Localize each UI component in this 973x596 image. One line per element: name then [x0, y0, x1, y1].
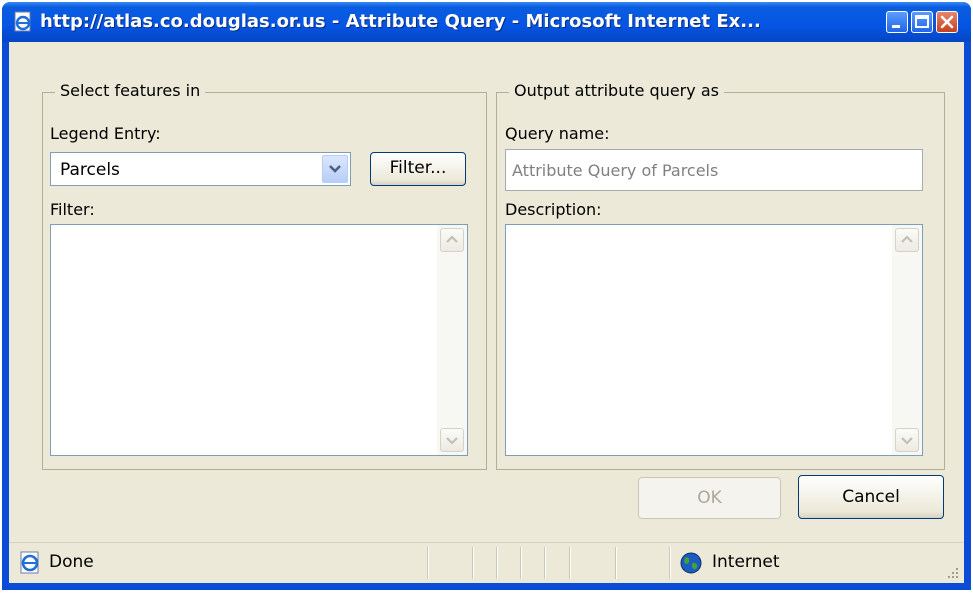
status-divider — [520, 547, 522, 579]
status-text: Done — [49, 552, 94, 572]
minimize-icon — [892, 25, 900, 28]
status-divider — [472, 547, 474, 579]
security-zone-text: Internet — [712, 552, 780, 572]
filter-button[interactable]: Filter... — [370, 152, 466, 186]
dropdown-button[interactable] — [322, 155, 348, 183]
maximize-icon — [915, 15, 929, 28]
ie-page-icon — [20, 551, 39, 574]
chevron-down-icon — [446, 437, 458, 445]
ie-page-icon — [14, 11, 31, 32]
description-scrollbar[interactable] — [892, 225, 922, 455]
ok-button[interactable]: OK — [638, 477, 781, 519]
query-name-label: Query name: — [505, 124, 610, 143]
query-name-input[interactable] — [506, 150, 922, 190]
scroll-down-button[interactable] — [440, 428, 464, 452]
title-bar[interactable]: http://atlas.co.douglas.or.us - Attribut… — [2, 2, 971, 42]
status-divider — [496, 547, 498, 579]
scroll-down-button[interactable] — [895, 428, 919, 452]
status-divider — [669, 547, 671, 579]
status-divider — [427, 547, 429, 579]
minimize-button[interactable] — [886, 11, 908, 33]
status-divider — [544, 547, 546, 579]
status-divider — [569, 547, 571, 579]
legend-entry-value: Parcels — [60, 160, 120, 180]
filter-label: Filter: — [50, 200, 95, 219]
legend-entry-label: Legend Entry: — [50, 124, 161, 143]
output-query-legend: Output attribute query as — [509, 81, 724, 100]
chevron-down-icon — [901, 437, 913, 445]
legend-entry-select[interactable]: Parcels — [50, 152, 351, 186]
select-features-legend: Select features in — [55, 81, 206, 100]
filter-textarea[interactable] — [50, 224, 468, 456]
status-divider — [615, 547, 617, 579]
dialog-body: Select features in Output attribute quer… — [9, 42, 964, 583]
chevron-up-icon — [901, 235, 913, 243]
status-bar: Done Internet — [9, 542, 964, 583]
window-title: http://atlas.co.douglas.or.us - Attribut… — [40, 11, 761, 32]
scroll-up-button[interactable] — [895, 228, 919, 252]
scroll-up-button[interactable] — [440, 228, 464, 252]
resize-grip-icon[interactable] — [946, 566, 960, 580]
description-textarea[interactable] — [505, 224, 923, 456]
dialog-window: http://atlas.co.douglas.or.us - Attribut… — [2, 2, 971, 590]
description-label: Description: — [505, 200, 602, 219]
maximize-button[interactable] — [911, 11, 933, 33]
filter-scrollbar[interactable] — [437, 225, 467, 455]
cancel-button[interactable]: Cancel — [798, 475, 944, 519]
close-icon — [940, 15, 954, 29]
chevron-down-icon — [329, 165, 341, 173]
globe-icon — [680, 552, 702, 574]
query-name-field[interactable] — [505, 149, 923, 191]
chevron-up-icon — [446, 235, 458, 243]
close-button[interactable] — [936, 11, 958, 33]
